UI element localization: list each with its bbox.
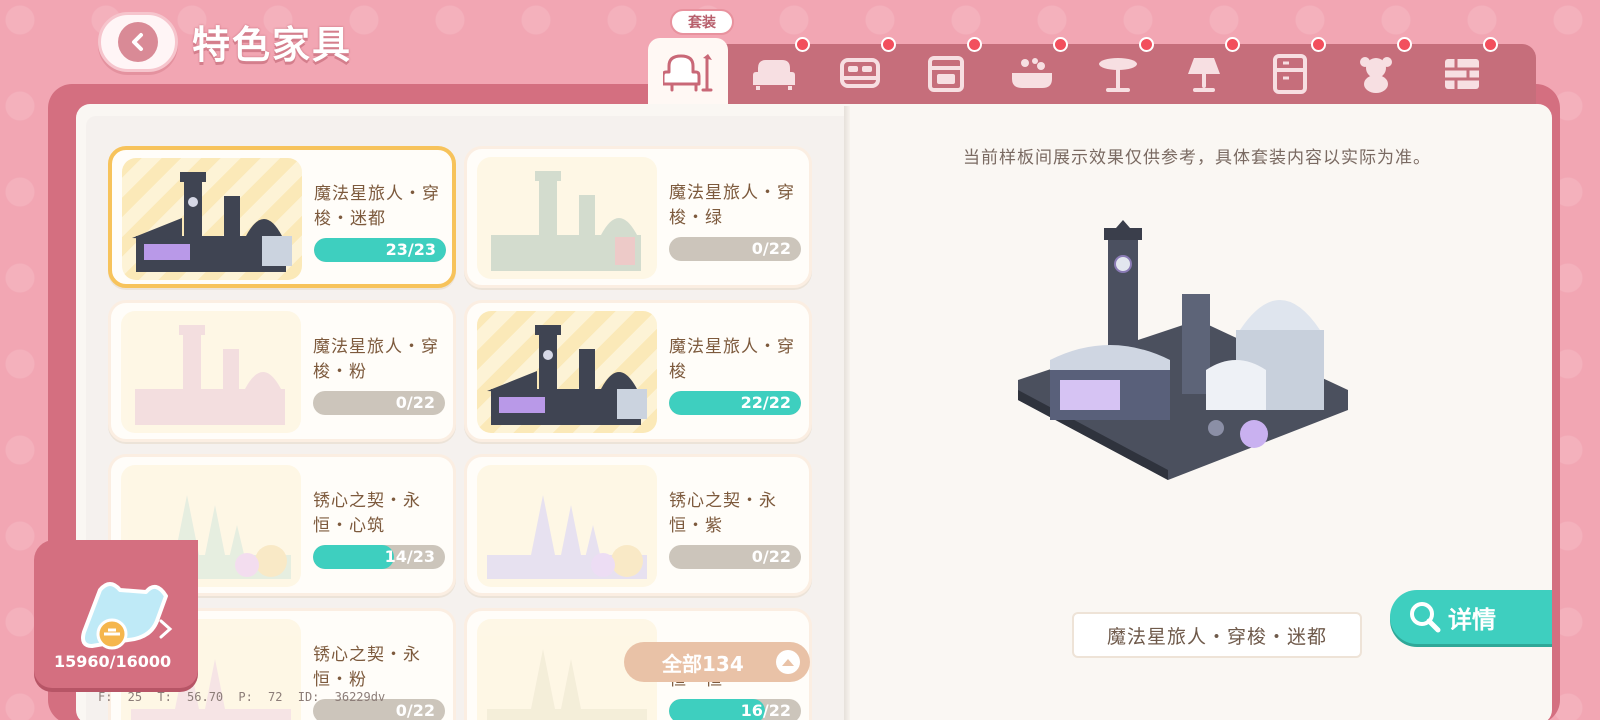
suit-preview-image[interactable]	[1010, 220, 1350, 500]
badge-dot	[1139, 37, 1154, 52]
tab-kitchen[interactable]	[906, 37, 986, 104]
stove-icon	[928, 56, 964, 92]
badge-dot	[1311, 37, 1326, 52]
badge-dot	[967, 37, 982, 52]
preview-suit-name: 魔法星旅人・穿梭・迷都	[1072, 612, 1362, 658]
book-spine	[844, 106, 850, 720]
progress-bar: 0/22	[313, 391, 445, 415]
suit-card[interactable]: 魔法星旅人・穿梭・绿 0/22	[464, 146, 812, 288]
suit-thumbnail	[477, 311, 657, 433]
teddy-bear-icon	[1360, 57, 1392, 93]
suit-name: 锈心之契・永恒・粉	[313, 645, 421, 690]
bed-icon	[840, 58, 880, 88]
tab-suit[interactable]	[648, 38, 728, 104]
chevron-left-icon	[118, 22, 158, 62]
tab-bath[interactable]	[992, 37, 1072, 104]
armchair-lamp-icon	[663, 54, 713, 92]
suit-card[interactable]: 魔法星旅人・穿梭 22/22	[464, 300, 812, 442]
cabinet-icon	[1273, 54, 1307, 94]
table-icon	[1099, 58, 1137, 92]
suit-list[interactable]: 魔法星旅人・穿梭・迷都 23/23 魔法星旅人・穿梭・绿 0/22 魔法星旅人・…	[86, 116, 846, 720]
bathtub-icon	[1012, 58, 1052, 88]
tab-table[interactable]	[1078, 37, 1158, 104]
badge-dot	[795, 37, 810, 52]
tab-storage[interactable]	[1250, 37, 1330, 104]
progress-text: 0/22	[395, 393, 435, 412]
badge-dot	[1053, 37, 1068, 52]
suit-thumbnail	[477, 157, 657, 279]
show-all-button[interactable]: 全部134	[624, 642, 810, 682]
badge-dot	[1225, 37, 1240, 52]
suit-name: 魔法星旅人・穿梭・粉	[313, 337, 439, 382]
suit-card[interactable]: 魔法星旅人・穿梭・粉 0/22	[108, 300, 456, 442]
progress-text: 22/22	[740, 393, 791, 412]
badge-dot	[1397, 37, 1412, 52]
progress-text: 0/22	[751, 239, 791, 258]
suit-name: 锈心之契・永恒・心筑	[313, 491, 421, 536]
tab-decor[interactable]	[1336, 37, 1416, 104]
count-label: 全部134	[662, 651, 744, 676]
tab-lighting[interactable]	[1164, 37, 1244, 104]
currency-panel[interactable]: 15960/16000	[34, 540, 198, 688]
magnifier-icon	[1410, 602, 1441, 633]
chevron-right-icon	[159, 619, 173, 639]
tab-sofa[interactable]	[734, 37, 814, 104]
progress-text: 0/22	[751, 547, 791, 566]
chevron-up-icon	[776, 650, 800, 674]
progress-text: 14/23	[384, 547, 435, 566]
progress-text: 0/22	[395, 701, 435, 720]
debug-overlay: F: 25 T: 56.70 P: 72 ID: 36229dv	[98, 690, 386, 704]
suit-thumbnail	[477, 465, 657, 587]
progress-bar: 22/22	[669, 391, 801, 415]
suit-thumbnail	[122, 158, 302, 280]
suit-card[interactable]: 锈心之契・永恒・紫 0/22	[464, 454, 812, 596]
currency-amount: 15960/16000	[54, 652, 172, 671]
suit-name: 魔法星旅人・穿梭	[669, 337, 795, 382]
suit-name: 魔法星旅人・穿梭・迷都	[314, 184, 440, 229]
suit-name: 锈心之契・永恒・紫	[669, 491, 777, 536]
progress-bar: 0/22	[669, 237, 801, 261]
details-label: 详情	[1448, 605, 1496, 634]
sofa-icon	[753, 60, 795, 90]
suit-tab-label: 套装	[670, 9, 734, 35]
progress-bar: 14/23	[313, 545, 445, 569]
back-button[interactable]	[98, 12, 178, 72]
badge-dot	[1483, 37, 1498, 52]
progress-bar: 0/22	[669, 545, 801, 569]
suit-card[interactable]: 魔法星旅人・穿梭・迷都 23/23	[108, 146, 456, 288]
suit-thumbnail	[121, 311, 301, 433]
preview-notice: 当前样板间展示效果仅供参考，具体套装内容以实际为准。	[963, 148, 1431, 168]
suit-name: 魔法星旅人・穿梭・绿	[669, 183, 795, 228]
tab-bed[interactable]	[820, 37, 900, 104]
details-button[interactable]: 详情	[1390, 590, 1552, 644]
progress-fill	[313, 545, 394, 569]
lamp-icon	[1188, 58, 1220, 92]
badge-dot	[881, 37, 896, 52]
page-title: 特色家具	[192, 23, 353, 67]
progress-text: 16/22	[740, 701, 791, 720]
progress-text: 23/23	[385, 240, 436, 259]
tab-wall[interactable]	[1422, 37, 1502, 104]
progress-bar: 16/22	[669, 699, 801, 720]
progress-bar: 23/23	[314, 238, 446, 262]
wall-icon	[1445, 59, 1479, 89]
